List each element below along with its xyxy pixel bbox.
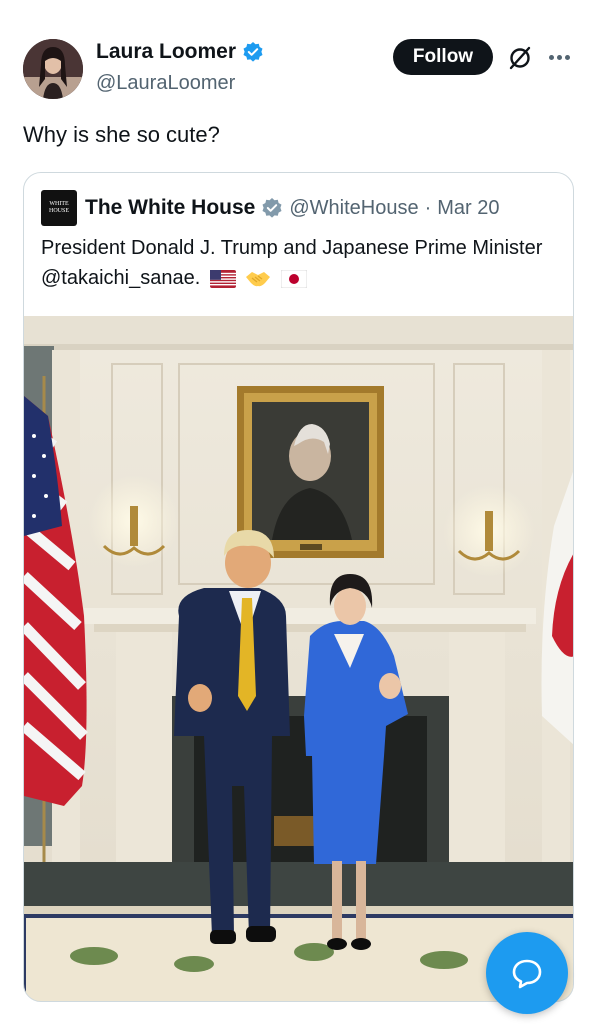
flag-us-icon bbox=[209, 269, 236, 288]
quoted-author-name: The White House bbox=[85, 196, 256, 219]
avatar-text-line2: HOUSE bbox=[48, 208, 69, 214]
follow-button[interactable]: Follow bbox=[393, 39, 493, 75]
flag-japan-icon bbox=[280, 269, 307, 288]
compose-reply-button[interactable] bbox=[486, 932, 568, 1014]
tweet-photo[interactable] bbox=[24, 316, 573, 1001]
author-handle[interactable]: @LauraLoomer bbox=[96, 72, 235, 95]
handshake-icon bbox=[246, 271, 271, 286]
quoted-tweet-text: President Donald J. Trump and Japanese P… bbox=[41, 233, 561, 293]
quoted-author-avatar: WHITE HOUSE bbox=[41, 190, 77, 226]
author-avatar[interactable] bbox=[23, 39, 83, 99]
author-name[interactable]: Laura Loomer bbox=[96, 40, 264, 64]
quoted-tweet-header: WHITE HOUSE The White House @WhiteHouse … bbox=[41, 190, 500, 226]
grok-icon[interactable] bbox=[506, 44, 534, 72]
chat-bubble-icon bbox=[512, 959, 542, 989]
separator-dot: · bbox=[424, 196, 432, 219]
tweet-header: Laura Loomer @LauraLoomer Follow bbox=[0, 0, 598, 110]
photo-scene bbox=[24, 316, 573, 1001]
more-options-icon[interactable] bbox=[546, 44, 572, 70]
quoted-author-handle: @WhiteHouse bbox=[289, 196, 419, 219]
author-name-text[interactable]: Laura Loomer bbox=[96, 40, 236, 64]
government-verified-badge-icon bbox=[262, 198, 282, 218]
quoted-tweet-date: Mar 20 bbox=[437, 196, 500, 219]
quoted-tweet-card[interactable]: WHITE HOUSE The White House @WhiteHouse … bbox=[23, 172, 574, 1002]
tweet-text: Why is she so cute? bbox=[23, 122, 220, 147]
verified-badge-icon bbox=[243, 42, 263, 62]
avatar-text-line1: WHITE bbox=[49, 201, 69, 207]
